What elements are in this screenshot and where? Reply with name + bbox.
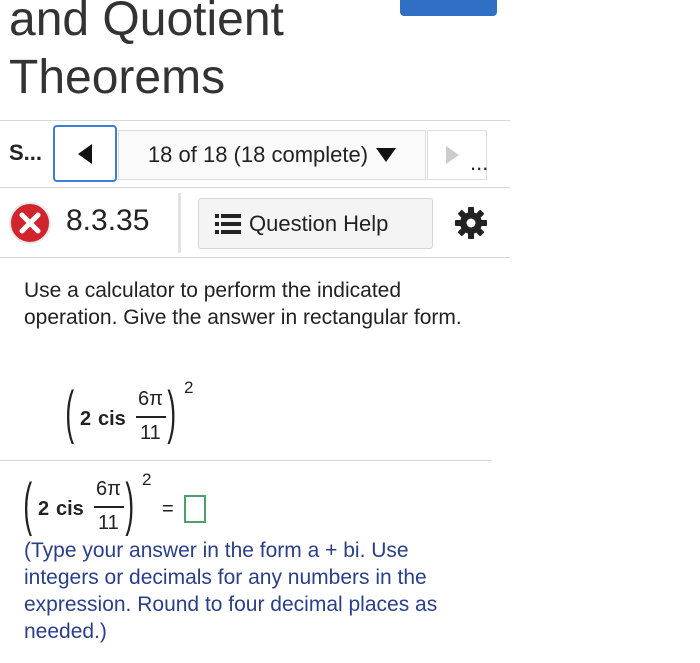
fraction-denominator: 11 <box>98 512 119 534</box>
fraction-denominator: 11 <box>140 422 161 444</box>
expression-exponent: 2 <box>142 470 152 489</box>
fraction-numerator: 6π <box>138 388 163 410</box>
right-paren: ) <box>125 472 135 537</box>
gear-icon[interactable] <box>453 205 489 241</box>
list-icon <box>215 213 241 234</box>
vertical-divider <box>178 193 181 253</box>
triangle-left-icon <box>78 143 92 164</box>
divider <box>0 460 492 461</box>
expression-exponent: 2 <box>184 378 194 397</box>
triangle-right-icon <box>446 146 459 164</box>
page-title-line2: Theorems <box>9 51 226 104</box>
section-label[interactable]: S... <box>9 140 42 166</box>
x-circle-icon <box>9 202 51 244</box>
equals-sign: = <box>162 498 174 520</box>
right-paren: ) <box>167 380 177 445</box>
answer-format-hint: (Type your answer in the form a + bi. Us… <box>24 539 438 643</box>
fraction-bar <box>136 416 166 418</box>
divider <box>0 257 510 258</box>
answer-input[interactable] <box>184 495 206 523</box>
fraction-numerator: 6π <box>96 478 121 500</box>
divider <box>0 120 510 121</box>
expression-function: cis <box>56 498 84 520</box>
instruction-text: Use a calculator to perform the indicate… <box>24 279 462 329</box>
answer-expression: ( 2 cis 6π 11 ) 2 = <box>23 470 194 540</box>
fraction-bar <box>94 506 124 508</box>
question-help-label: Question Help <box>249 210 389 236</box>
expression-coefficient: 2 <box>80 408 92 430</box>
previous-question-button[interactable] <box>53 125 117 182</box>
question-status: 18 of 18 (18 complete) <box>147 142 369 167</box>
left-paren: ( <box>65 380 75 445</box>
triangle-down-icon <box>376 148 397 162</box>
question-help-button[interactable]: Question Help <box>198 198 433 249</box>
question-number: 8.3.35 <box>66 204 150 237</box>
expression-coefficient: 2 <box>38 498 50 520</box>
expression-function: cis <box>98 408 126 430</box>
left-paren: ( <box>23 472 33 537</box>
problem-expression: ( 2 cis 6π 11 ) 2 <box>65 378 206 448</box>
divider <box>0 187 510 188</box>
page-title-line1: and Quotient <box>9 0 284 46</box>
next-dots: ... <box>470 150 489 175</box>
question-selector-dropdown[interactable]: 18 of 18 (18 complete) <box>118 130 426 180</box>
top-action-button[interactable] <box>400 0 497 16</box>
